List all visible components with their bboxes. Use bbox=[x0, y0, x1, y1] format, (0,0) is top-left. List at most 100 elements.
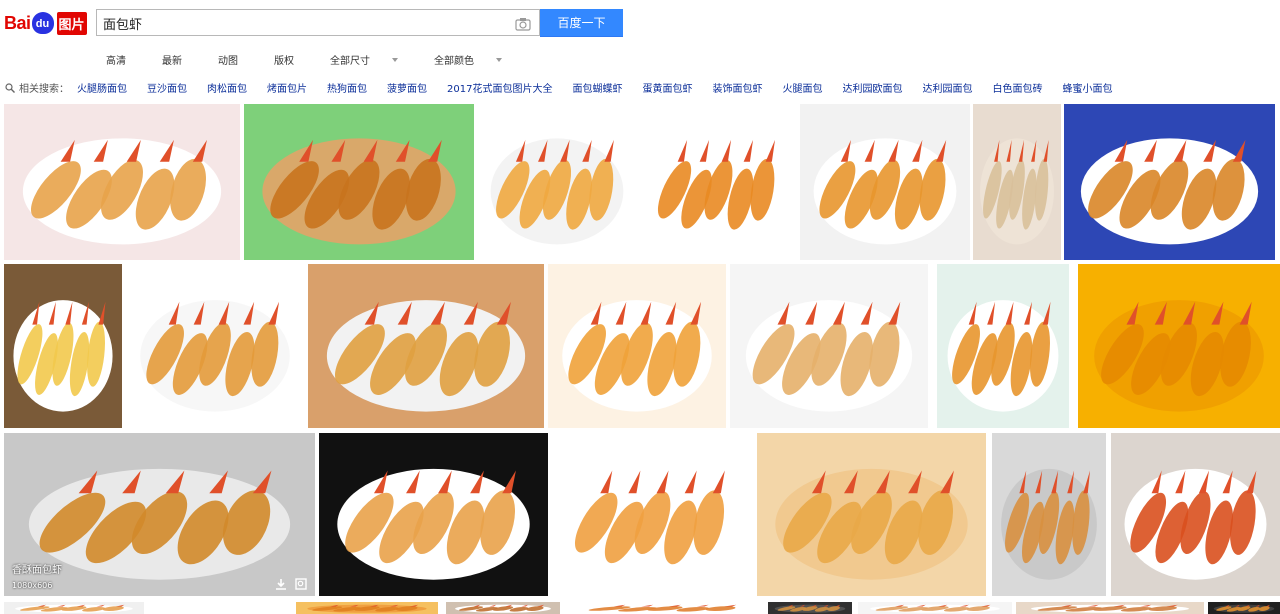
filter-3[interactable]: 版权 bbox=[274, 52, 312, 67]
search-input[interactable] bbox=[103, 13, 503, 33]
search-box bbox=[96, 9, 540, 36]
filter-label: 全部尺寸 bbox=[330, 56, 370, 67]
logo-paw-icon: du bbox=[31, 12, 54, 34]
related-link-13[interactable]: 白色面包砖 bbox=[992, 80, 1042, 95]
food-photo bbox=[640, 104, 797, 260]
image-size: 1080x606 bbox=[12, 581, 53, 590]
filter-label: 动图 bbox=[218, 56, 238, 67]
image-tile-shrimp-noodle-plate[interactable] bbox=[730, 264, 928, 428]
related-link-0[interactable]: 火腿肠面包 bbox=[77, 80, 127, 95]
tile-actions bbox=[275, 578, 307, 590]
related-link-5[interactable]: 菠萝面包 bbox=[387, 80, 427, 95]
camera-icon[interactable] bbox=[515, 16, 531, 31]
related-link-10[interactable]: 火腿面包 bbox=[782, 80, 822, 95]
image-tile-fried-shrimp-tray-logo[interactable] bbox=[478, 104, 636, 260]
food-photo bbox=[1064, 104, 1275, 260]
image-tile-fried-shrimp-blue-plate[interactable] bbox=[1064, 104, 1275, 260]
search-button[interactable]: 百度一下 bbox=[540, 9, 623, 37]
filter-label: 高清 bbox=[106, 56, 126, 67]
related-link-3[interactable]: 烤面包片 bbox=[267, 80, 307, 95]
related-link-6[interactable]: 2017花式面包图片大全 bbox=[447, 80, 552, 95]
food-photo bbox=[126, 264, 304, 428]
related-link-1[interactable]: 豆沙面包 bbox=[147, 80, 187, 95]
image-tile-shrimp-wrap-pale[interactable] bbox=[973, 104, 1061, 260]
related-link-11[interactable]: 达利园欧面包 bbox=[842, 80, 902, 95]
magnifier-icon bbox=[5, 82, 15, 93]
related-link-14[interactable]: 蜂蜜小面包 bbox=[1062, 80, 1112, 95]
food-photo bbox=[1208, 602, 1280, 614]
food-photo bbox=[973, 104, 1061, 260]
image-tile-fried-shrimp-pink-flowers[interactable] bbox=[126, 264, 304, 428]
food-photo bbox=[244, 104, 474, 260]
filter-4[interactable]: 全部尺寸 bbox=[330, 52, 416, 67]
image-tile-fried-shrimp-closeup[interactable] bbox=[640, 104, 797, 260]
related-link-2[interactable]: 肉松面包 bbox=[207, 80, 247, 95]
filter-bar: 高清 最新 动图 版权 全部尺寸 全部颜色 bbox=[106, 52, 538, 67]
food-photo bbox=[1016, 602, 1204, 614]
food-photo bbox=[566, 602, 764, 614]
image-tile-bottom-row-3[interactable] bbox=[446, 602, 560, 614]
chevron-down-icon bbox=[392, 57, 398, 62]
image-tile-shrimp-rolls-bamboo[interactable] bbox=[4, 264, 122, 428]
image-tile-bottom-row-5[interactable] bbox=[768, 602, 852, 614]
logo-text-du: du bbox=[35, 18, 50, 30]
image-tile-shrimp-ad-orange[interactable] bbox=[548, 264, 726, 428]
image-tile-golden-crumb-closeup[interactable] bbox=[1078, 264, 1280, 428]
image-tile-bottom-row-8[interactable] bbox=[1208, 602, 1280, 614]
image-tile-fried-shrimp-white-plate-pink[interactable] bbox=[4, 104, 240, 260]
food-photo bbox=[308, 264, 544, 428]
food-photo bbox=[4, 602, 144, 614]
food-photo bbox=[319, 433, 548, 596]
related-link-8[interactable]: 蛋黄面包虾 bbox=[642, 80, 692, 95]
related-link-12[interactable]: 达利园面包 bbox=[922, 80, 972, 95]
food-photo bbox=[446, 602, 560, 614]
image-tile-shrimp-collage[interactable] bbox=[937, 264, 1069, 428]
download-icon[interactable] bbox=[275, 578, 287, 590]
food-photo bbox=[548, 264, 726, 428]
image-tile-bottom-row-2[interactable] bbox=[296, 602, 438, 614]
image-tile-fried-shrimp-black-bg[interactable] bbox=[319, 433, 548, 596]
food-photo bbox=[1111, 433, 1280, 596]
food-photo bbox=[296, 602, 438, 614]
image-tile-fried-shrimp-white-bg[interactable] bbox=[552, 433, 753, 596]
filter-0[interactable]: 高清 bbox=[106, 52, 144, 67]
header: Bai du 图片 百度一下 高清 最新 动图 版权 全部尺寸 全部颜色 相关搜索： 火腿… bbox=[0, 0, 1280, 100]
image-title: 香酥面包虾 bbox=[12, 565, 62, 576]
food-photo bbox=[757, 433, 986, 596]
filter-label: 最新 bbox=[162, 56, 182, 67]
filter-label: 版权 bbox=[274, 56, 294, 67]
filter-1[interactable]: 最新 bbox=[162, 52, 200, 67]
food-photo bbox=[800, 104, 970, 260]
image-tile-spicy-shrimp-white-plate[interactable] bbox=[1111, 433, 1280, 596]
food-photo bbox=[1078, 264, 1280, 428]
related-link-7[interactable]: 面包蝴蝶虾 bbox=[572, 80, 622, 95]
food-photo bbox=[768, 602, 852, 614]
logo-text-tupian: 图片 bbox=[56, 11, 87, 35]
image-tile-crumb-shrimp-gray-plate[interactable]: 香酥面包虾 1080x606 bbox=[4, 433, 315, 596]
food-photo bbox=[937, 264, 1069, 428]
image-tile-fried-shrimp-red-chili[interactable] bbox=[757, 433, 986, 596]
logo-text-bai: Bai bbox=[4, 12, 31, 33]
image-tile-bottom-row-7[interactable] bbox=[1016, 602, 1204, 614]
related-link-4[interactable]: 热狗面包 bbox=[327, 80, 367, 95]
food-photo bbox=[4, 104, 240, 260]
food-photo bbox=[858, 602, 1012, 614]
image-tile-shrimp-pizza-table[interactable] bbox=[992, 433, 1106, 596]
related-label: 相关搜索： bbox=[19, 84, 69, 95]
filter-2[interactable]: 动图 bbox=[218, 52, 256, 67]
related-searches: 相关搜索： 火腿肠面包 豆沙面包 肉松面包 烤面包片 热狗面包 菠萝面包 2017花式面包图… bbox=[5, 80, 1132, 95]
image-grid: 香酥面包虾 1080x606 bbox=[0, 100, 1280, 614]
zoom-icon[interactable] bbox=[295, 578, 307, 590]
image-tile-fried-shrimp-green-plate[interactable] bbox=[244, 104, 474, 260]
image-tile-bottom-row-6[interactable] bbox=[858, 602, 1012, 614]
baidu-image-logo[interactable]: Bai du 图片 bbox=[4, 8, 87, 38]
image-tile-fried-shrimp-salad-plate[interactable] bbox=[800, 104, 970, 260]
image-tile-fried-shrimp-ketchup[interactable] bbox=[308, 264, 544, 428]
food-photo bbox=[4, 264, 122, 428]
image-tile-bottom-row-4[interactable] bbox=[566, 602, 764, 614]
filter-5[interactable]: 全部颜色 bbox=[434, 52, 520, 67]
food-photo bbox=[478, 104, 636, 260]
food-photo bbox=[992, 433, 1106, 596]
related-link-9[interactable]: 装饰面包虾 bbox=[712, 80, 762, 95]
image-tile-bottom-row-1[interactable] bbox=[4, 602, 144, 614]
